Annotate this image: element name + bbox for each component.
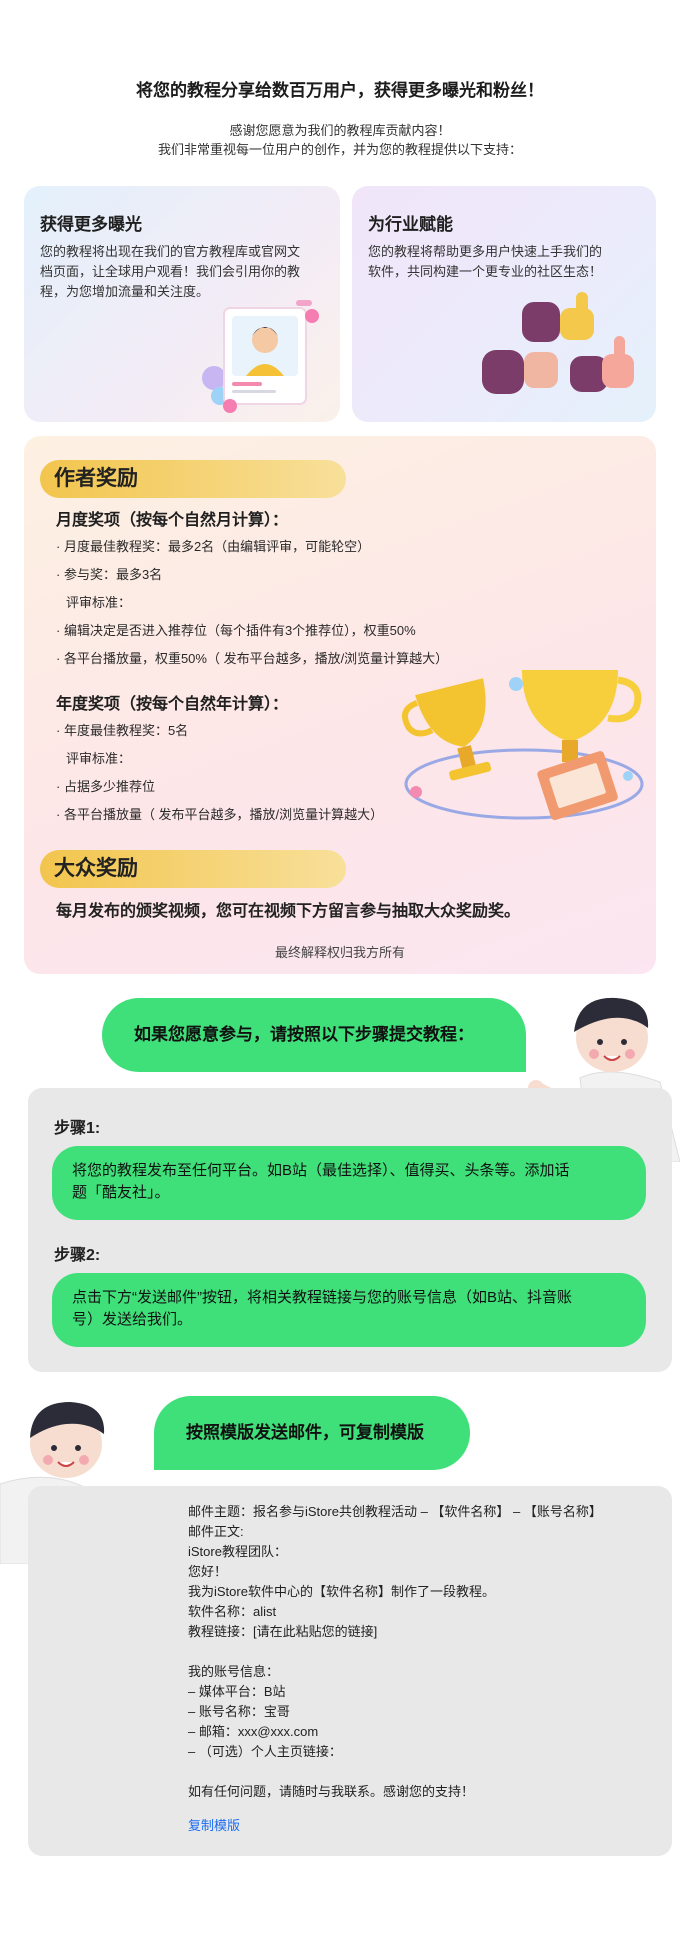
monthly-item: · 各平台播放量，权重50%（ 发布平台越多，播放/浏览量计算越大） [56, 651, 449, 666]
yearly-award-title: 年度奖项（按每个自然年计算）： [56, 696, 289, 713]
email-line: 我的账号信息： [188, 1664, 280, 1679]
email-template-text: 邮件主题：报名参与iStore共创教程活动 – 【软件名称】 – 【账号名称】 … [188, 1502, 658, 1836]
email-line: – 媒体平台：B站 [188, 1684, 286, 1699]
email-blank-line [188, 1762, 658, 1782]
template-banner: 按照模版发送邮件，可复制模版 [154, 1396, 470, 1470]
yearly-item: · 占据多少推荐位 [56, 779, 155, 794]
benefit-text-line: 档页面，让全球用户观看！我们会引用你的教 [40, 264, 301, 279]
review-criteria-label: 评审标准： [66, 595, 132, 610]
benefit-title-exposure: 获得更多曝光 [40, 215, 142, 234]
step1-text-line: 题「酷友社」。 [72, 1184, 170, 1201]
email-line: – 账号名称：宝哥 [188, 1704, 290, 1719]
page-header: 将您的教程分享给数百万用户，获得更多曝光和粉丝！ [0, 76, 680, 101]
monthly-item: · 月度最佳教程奖：最多2名（由编辑评审，可能轮空） [56, 539, 371, 554]
monthly-item: · 参与奖：最多3名 [56, 567, 163, 582]
public-award-text: 每月发布的颁奖视频，您可在视频下方留言参与抽取大众奖励奖。 [56, 903, 521, 920]
email-blank-line [188, 1642, 658, 1662]
profile-frame-illustration [202, 300, 319, 413]
email-line: 如有任何问题，请随时与我联系。感谢您的支持！ [188, 1784, 475, 1799]
step2-label: 步骤2: [54, 1247, 101, 1264]
intro-line-1: 感谢您愿意为我们的教程库贡献内容！ [229, 123, 451, 138]
step2-box: 点击下方“发送邮件”按钮，将相关教程链接与您的账号信息（如B站、抖音账 号）发送… [52, 1273, 646, 1347]
thumbs-up-illustration [482, 292, 634, 394]
yearly-item: · 年度最佳教程奖：5名 [56, 723, 189, 738]
step1-text-line: 将您的教程发布至任何平台。如B站（最佳选择）、值得买、头条等。添加话 [72, 1162, 570, 1179]
yearly-item: · 各平台播放量（ 发布平台越多，播放/浏览量计算越大） [56, 807, 384, 822]
benefit-title-empower: 为行业赋能 [368, 215, 453, 234]
step2-text-line: 点击下方“发送邮件”按钮，将相关教程链接与您的账号信息（如B站、抖音账 [72, 1289, 572, 1306]
benefit-text-line: 您的教程将出现在我们的官方教程库或官网文 [40, 244, 301, 259]
email-line: 邮件正文: [188, 1524, 244, 1539]
review-criteria-label: 评审标准： [66, 751, 132, 766]
benefit-card-empower: 为行业赋能 您的教程将帮助更多用户快速上手我们的 软件，共同构建一个更专业的社区… [352, 186, 656, 422]
monthly-award-title: 月度奖项（按每个自然月计算）： [56, 512, 289, 529]
email-line: – 邮箱：xxx@xxx.com [188, 1724, 319, 1739]
step2-text-line: 号）发送给我们。 [72, 1311, 193, 1328]
step1-box: 将您的教程发布至任何平台。如B站（最佳选择）、值得买、头条等。添加话 题「酷友社… [52, 1146, 646, 1220]
email-line: – （可选）个人主页链接： [188, 1744, 342, 1759]
author-award-title: 作者奖励 [40, 460, 346, 498]
email-line: iStore教程团队： [188, 1544, 287, 1559]
steps-banner: 如果您愿意参与，请按照以下步骤提交教程： [102, 998, 526, 1072]
email-line: 软件名称：alist [188, 1604, 277, 1619]
copy-template-link[interactable]: 复制模版 [188, 1816, 658, 1836]
intro-text: 感谢您愿意为我们的教程库贡献内容！ 我们非常重视每一位用户的创作，并为您的教程提… [0, 121, 680, 159]
benefit-text-line: 软件，共同构建一个更专业的社区生态！ [368, 264, 603, 279]
steps-container: 步骤1: 将您的教程发布至任何平台。如B站（最佳选择）、值得买、头条等。添加话 … [28, 1088, 672, 1372]
email-line: 邮件主题：报名参与iStore共创教程活动 – 【软件名称】 – 【账号名称】 [188, 1504, 602, 1519]
intro-line-2: 我们非常重视每一位用户的创作，并为您的教程提供以下支持： [157, 142, 522, 157]
disclaimer-text: 最终解释权归我方所有 [274, 945, 405, 960]
page-title: 将您的教程分享给数百万用户，获得更多曝光和粉丝！ [136, 81, 544, 100]
email-line: 您好！ [188, 1564, 228, 1579]
benefit-card-exposure: 获得更多曝光 您的教程将出现在我们的官方教程库或官网文 档页面，让全球用户观看！… [24, 186, 340, 422]
monthly-item: · 编辑决定是否进入推荐位（每个插件有3个推荐位），权重50% [56, 623, 416, 638]
email-line: 教程链接：[请在此粘贴您的链接] [188, 1624, 378, 1639]
public-award-title: 大众奖励 [40, 850, 346, 888]
step1-label: 步骤1: [54, 1120, 101, 1137]
email-template-container: 邮件主题：报名参与iStore共创教程活动 – 【软件名称】 – 【账号名称】 … [28, 1486, 672, 1856]
email-line: 我为iStore软件中心的【软件名称】制作了一段教程。 [188, 1584, 495, 1599]
awards-card: 作者奖励 月度奖项（按每个自然月计算）： · 月度最佳教程奖：最多2名（由编辑评… [24, 436, 656, 974]
trophy-illustration [401, 670, 644, 821]
benefit-text-line: 您的教程将帮助更多用户快速上手我们的 [368, 244, 603, 259]
